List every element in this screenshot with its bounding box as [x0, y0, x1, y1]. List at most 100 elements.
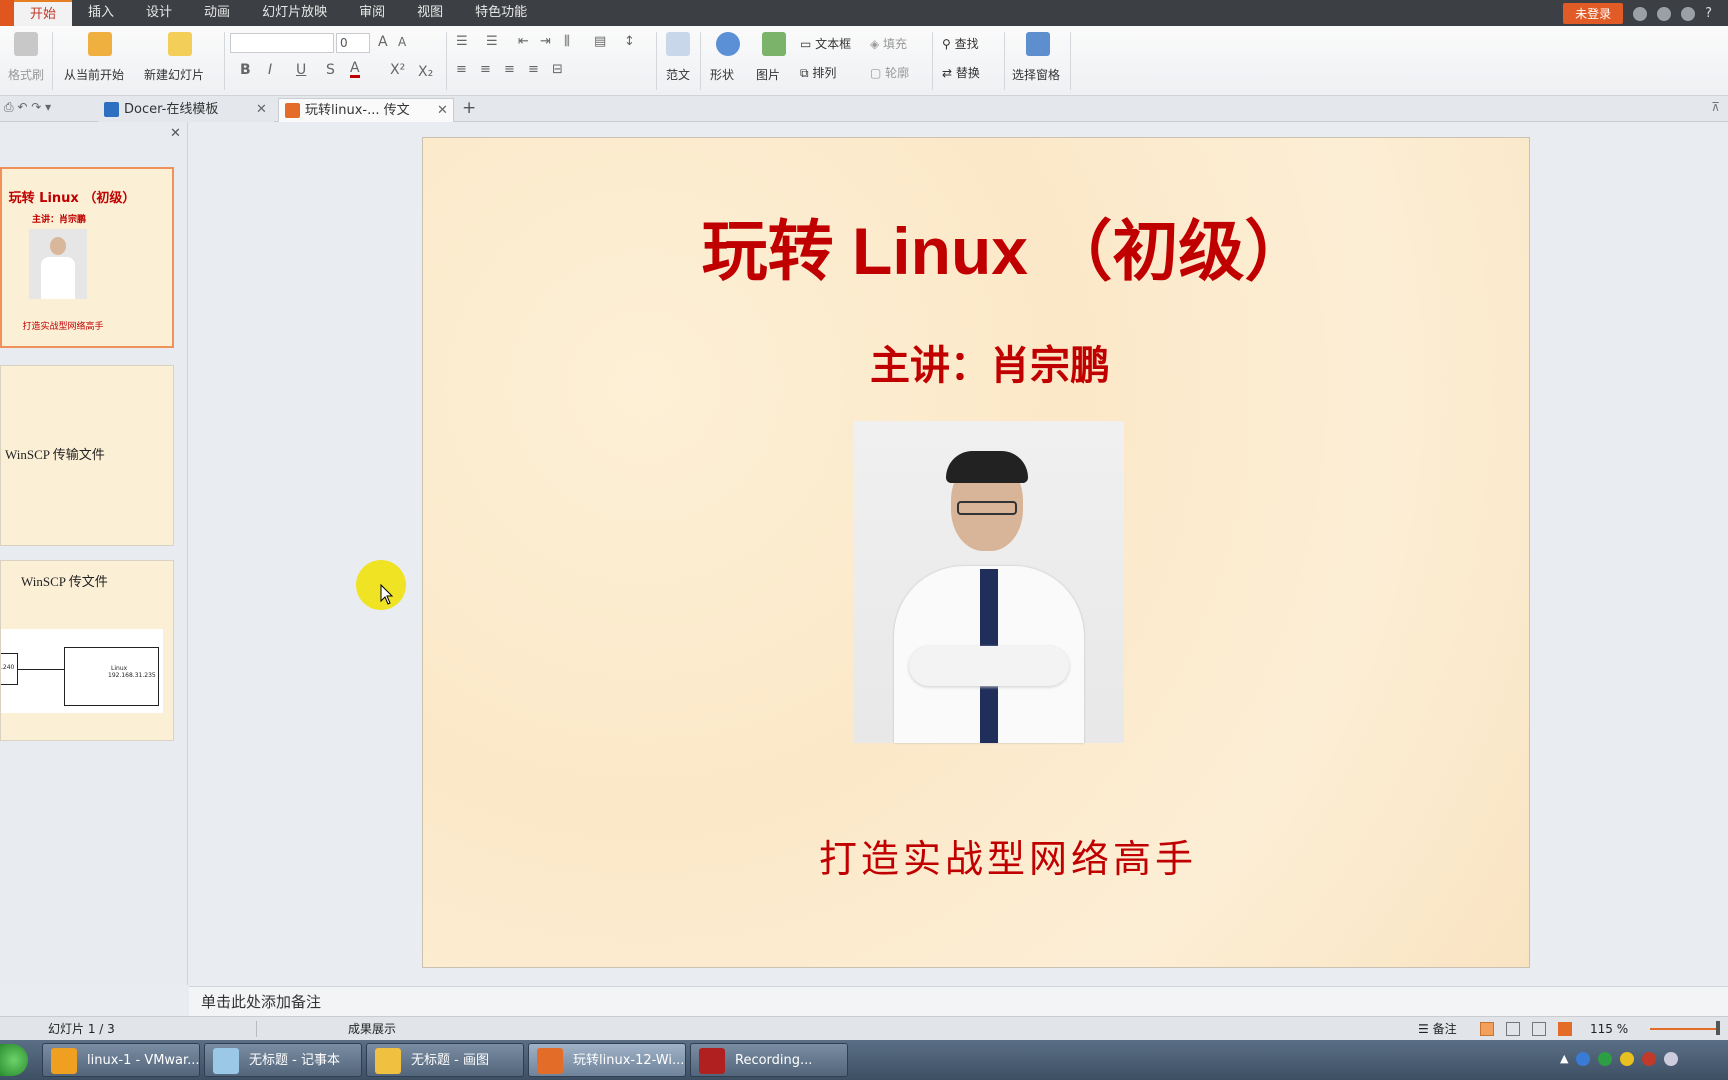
- justify-icon[interactable]: ≡: [528, 62, 539, 77]
- normal-view-icon[interactable]: [1480, 1022, 1494, 1036]
- notes-toggle-button[interactable]: ☰ 备注: [1418, 1017, 1457, 1041]
- bold-icon[interactable]: B: [240, 62, 251, 78]
- start-button[interactable]: [0, 1044, 28, 1076]
- from-current-button[interactable]: 从当前开始: [64, 66, 124, 83]
- tab-ppt[interactable]: 玩转linux-... 传文件.ppt ✕: [278, 98, 454, 142]
- slide-footer-text[interactable]: 打造实战型网络高手: [423, 828, 1529, 883]
- underline-icon[interactable]: U: [296, 62, 306, 78]
- align-left-icon[interactable]: ≡: [456, 62, 467, 77]
- slide-title[interactable]: 玩转 Linux （初级）: [423, 198, 1529, 294]
- font-color-icon[interactable]: A: [350, 61, 360, 78]
- share-icon[interactable]: [1657, 6, 1672, 21]
- taskbar-label: Recording...: [735, 1053, 813, 1068]
- align-text-icon[interactable]: ▤: [594, 34, 606, 49]
- document-tab-bar: ⎙ ↶ ↷ ▾ Docer-在线模板 ✕ 玩转linux-... 传文件.ppt…: [0, 96, 1728, 142]
- font-name-input[interactable]: [230, 33, 334, 53]
- taskbar-notepad[interactable]: 无标题 - 记事本: [204, 1043, 362, 1077]
- text-direction-icon[interactable]: ⫼: [564, 34, 570, 49]
- menu-insert[interactable]: 插入: [72, 0, 130, 26]
- sync-icon[interactable]: [1633, 6, 1648, 21]
- menu-bar: 开始 插入 设计 动画 幻灯片放映 审阅 视图 特色功能 未登录 ?: [0, 0, 1728, 26]
- notes-pane[interactable]: 单击此处添加备注: [189, 986, 1728, 1016]
- italic-icon[interactable]: I: [268, 62, 272, 78]
- decrease-indent-icon[interactable]: ⇤: [518, 34, 529, 49]
- shadow-icon[interactable]: S: [326, 62, 335, 78]
- volume-icon[interactable]: [1664, 1052, 1679, 1066]
- slide-thumbnail-3[interactable]: WinSCP 传文件 .240 Linux 192.168.31.235: [0, 560, 174, 741]
- increase-indent-icon[interactable]: ⇥: [540, 34, 551, 49]
- menu-review[interactable]: 审阅: [343, 0, 401, 26]
- align-center-icon[interactable]: ≡: [480, 62, 491, 77]
- paint-icon: [375, 1048, 401, 1074]
- numbering-icon[interactable]: ☰: [486, 34, 498, 49]
- slide-subtitle[interactable]: 主讲：肖宗鹏: [423, 333, 1529, 391]
- network-icon[interactable]: [1642, 1052, 1657, 1066]
- menu-slideshow[interactable]: 幻灯片放映: [246, 0, 343, 26]
- reading-view-icon[interactable]: [1532, 1022, 1546, 1036]
- font-shrink-icon[interactable]: A: [398, 35, 406, 49]
- close-icon[interactable]: ✕: [170, 126, 181, 141]
- status-bar: 幻灯片 1 / 3 成果展示 ☰ 备注 115 %: [0, 1016, 1728, 1040]
- picture-button[interactable]: 图片: [756, 66, 780, 83]
- slideshow-icon[interactable]: [1558, 1022, 1572, 1036]
- wps-presentation-icon: [537, 1048, 563, 1074]
- format-painter-button[interactable]: 格式刷: [8, 66, 44, 83]
- status-divider: [256, 1021, 257, 1037]
- current-slide[interactable]: 玩转 Linux （初级） 主讲：肖宗鹏 打造实战型网络高手: [422, 137, 1530, 968]
- font-size-input[interactable]: 0: [336, 33, 370, 53]
- replace-button[interactable]: ⇄ 替换: [942, 64, 980, 81]
- tray-app-icon[interactable]: [1620, 1052, 1635, 1066]
- textbox-button[interactable]: ▭ 文本框: [800, 35, 851, 52]
- quick-access-icon[interactable]: ⎙ ↶ ↷ ▾: [4, 100, 51, 115]
- font-grow-icon[interactable]: A: [378, 34, 388, 50]
- taskbar-paint[interactable]: 无标题 - 画图: [366, 1043, 524, 1077]
- subscript-icon[interactable]: X₂: [418, 64, 433, 80]
- select-pane-button[interactable]: 选择窗格: [1012, 66, 1060, 83]
- mouse-cursor-icon: [380, 584, 394, 605]
- arrange-button[interactable]: ⧉ 排列: [800, 64, 836, 81]
- info-icon[interactable]: [1576, 1052, 1591, 1066]
- taskbar-wps[interactable]: 玩转linux-12-Wi...: [528, 1043, 686, 1077]
- find-button[interactable]: ⚲ 查找: [942, 35, 979, 52]
- presenter-photo[interactable]: [854, 421, 1124, 743]
- menu-animation[interactable]: 动画: [188, 0, 246, 26]
- app-menu-button[interactable]: [0, 0, 14, 26]
- thumb-subtitle: 主讲：肖宗鹏: [31, 215, 86, 225]
- fill-label: 填充: [883, 37, 908, 51]
- menu-view[interactable]: 视图: [401, 0, 459, 26]
- sorter-view-icon[interactable]: [1506, 1022, 1520, 1036]
- new-tab-icon[interactable]: +: [462, 98, 476, 118]
- superscript-icon[interactable]: X²: [390, 62, 405, 78]
- menu-home[interactable]: 开始: [14, 0, 73, 26]
- help-icon[interactable]: ?: [1705, 6, 1712, 21]
- slide-thumbnail-2[interactable]: WinSCP 传输文件: [0, 365, 174, 546]
- align-right-icon[interactable]: ≡: [504, 62, 515, 77]
- bullets-icon[interactable]: ☰: [456, 34, 468, 49]
- taskbar-recording[interactable]: Recording...: [690, 1043, 848, 1077]
- zoom-slider-handle[interactable]: [1716, 1021, 1720, 1035]
- zoom-slider[interactable]: [1650, 1028, 1720, 1030]
- pin-icon[interactable]: ⊼: [1711, 100, 1720, 114]
- notes-placeholder[interactable]: 单击此处添加备注: [201, 993, 321, 1011]
- close-icon[interactable]: ✕: [256, 98, 267, 122]
- template-button[interactable]: 范文: [666, 66, 690, 83]
- thumb-diagram-left-label: .240: [1, 664, 15, 671]
- distribute-icon[interactable]: ⊟: [552, 62, 563, 77]
- antivirus-icon[interactable]: [1598, 1052, 1613, 1066]
- menu-design[interactable]: 设计: [130, 0, 188, 26]
- slide-thumbnail-1[interactable]: 玩转 Linux （初级） 主讲：肖宗鹏 打造实战型网络高手: [0, 167, 174, 348]
- taskbar-label: linux-1 - VMwar...: [87, 1053, 200, 1068]
- close-icon[interactable]: ✕: [437, 99, 448, 123]
- outline-button[interactable]: ▢ 轮廓: [870, 64, 909, 81]
- skin-icon[interactable]: [1681, 6, 1696, 21]
- new-slide-button[interactable]: 新建幻灯片: [144, 66, 204, 83]
- shapes-button[interactable]: 形状: [710, 66, 734, 83]
- taskbar-vmware[interactable]: linux-1 - VMwar...: [42, 1043, 200, 1077]
- line-spacing-icon[interactable]: ↕: [624, 34, 635, 49]
- tab-docer[interactable]: Docer-在线模板 ✕: [98, 98, 274, 122]
- login-button[interactable]: 未登录: [1563, 3, 1624, 24]
- menu-special[interactable]: 特色功能: [459, 0, 543, 26]
- docer-icon: [104, 102, 119, 117]
- fill-button[interactable]: ◈ 填充: [870, 35, 907, 52]
- tray-expand-icon[interactable]: ▲: [1560, 1052, 1568, 1066]
